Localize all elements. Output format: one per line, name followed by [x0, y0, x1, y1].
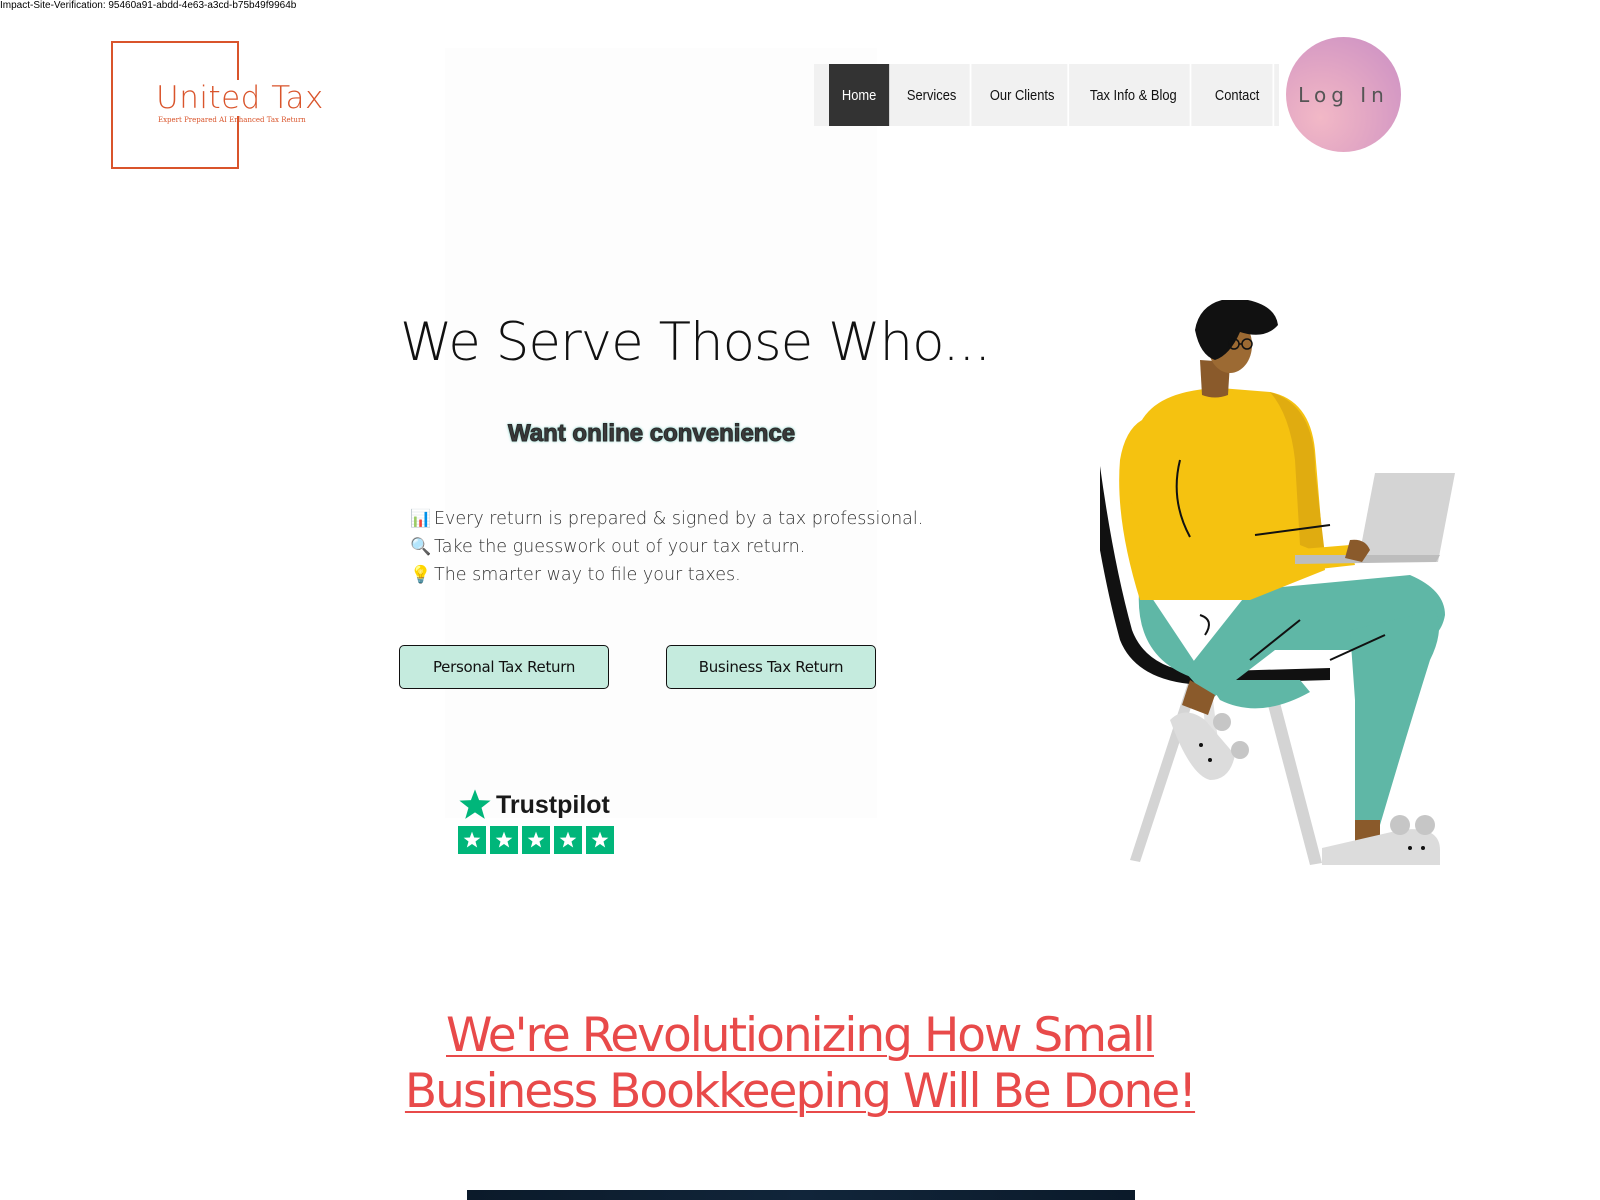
rating-star-icon — [586, 826, 614, 854]
login-button[interactable]: Log In — [1286, 37, 1401, 152]
magnifier-icon: 🔍 — [410, 537, 432, 557]
bullet-item: 📊 Every return is prepared & signed by a… — [410, 505, 923, 533]
personal-tax-return-button[interactable]: Personal Tax Return — [399, 645, 609, 689]
site-verification-text: Impact-Site-Verification: 95460a91-abdd-… — [0, 0, 297, 11]
revolution-headline-line2: Business Bookkeeping Will Be Done! — [404, 1064, 1197, 1119]
trustpilot-rating-stars — [458, 826, 618, 854]
hero-bullet-list: 📊 Every return is prepared & signed by a… — [410, 505, 923, 589]
hero-title: We Serve Those Who... — [400, 312, 991, 373]
rating-star-icon — [554, 826, 582, 854]
nav-item-our-clients[interactable]: Our Clients — [976, 64, 1069, 126]
logo-tagline: Expert Prepared AI Enhanced Tax Return — [158, 116, 306, 124]
video-preview-strip[interactable] — [467, 1190, 1135, 1200]
rating-star-icon — [522, 826, 550, 854]
lightbulb-icon: 💡 — [410, 565, 432, 585]
nav-item-services[interactable]: Services — [894, 64, 972, 126]
bullet-item: 💡 The smarter way to file your taxes. — [410, 561, 923, 589]
trustpilot-badge[interactable]: Trustpilot — [458, 788, 618, 854]
main-nav: Home Services Our Clients Tax Info & Blo… — [814, 64, 1280, 126]
nav-item-contact[interactable]: Contact — [1202, 64, 1275, 126]
nav-item-home[interactable]: Home — [829, 64, 891, 126]
trustpilot-star-icon — [459, 789, 491, 819]
personal-tax-return-label: Personal Tax Return — [432, 658, 576, 676]
revolution-headline[interactable]: We're Revolutionizing How Small Business… — [0, 1008, 1600, 1120]
rating-star-icon — [490, 826, 518, 854]
nav-item-tax-info-blog[interactable]: Tax Info & Blog — [1076, 64, 1191, 126]
logo-title[interactable]: United Tax — [156, 80, 324, 116]
bullet-item: 🔍 Take the guesswork out of your tax ret… — [410, 533, 923, 561]
bar-chart-icon: 📊 — [410, 509, 432, 529]
revolution-headline-line1: We're Revolutionizing How Small — [446, 1008, 1156, 1063]
rating-star-icon — [458, 826, 486, 854]
hero-subtitle: Want online convenience — [507, 420, 796, 448]
business-tax-return-label: Business Tax Return — [698, 658, 844, 676]
business-tax-return-button[interactable]: Business Tax Return — [666, 645, 876, 689]
bullet-text: Take the guesswork out of your tax retur… — [434, 537, 806, 557]
person-with-laptop-illustration — [1100, 300, 1455, 865]
trustpilot-name: Trustpilot — [496, 790, 610, 819]
bullet-text: Every return is prepared & signed by a t… — [434, 509, 924, 529]
bullet-text: The smarter way to file your taxes. — [434, 565, 741, 585]
login-label: Log In — [1298, 82, 1389, 107]
